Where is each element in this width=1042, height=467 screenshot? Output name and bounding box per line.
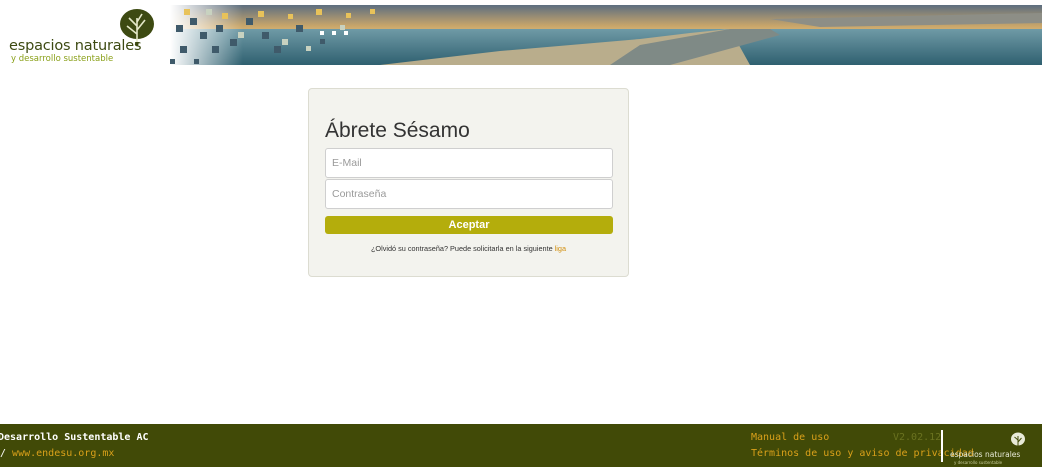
footer-divider: [941, 430, 943, 462]
footer-org-name: Desarrollo Sustentable AC: [0, 432, 149, 443]
email-field[interactable]: [325, 148, 613, 178]
logo-name: espacios naturales: [9, 38, 142, 54]
footer: Desarrollo Sustentable AC / www.endesu.o…: [0, 424, 1042, 467]
forgot-password-link[interactable]: liga: [555, 244, 566, 253]
accept-button[interactable]: Aceptar: [325, 216, 613, 234]
footer-leaf-icon: [1011, 432, 1025, 447]
header: espacios naturales y desarrollo sustenta…: [0, 0, 1042, 68]
footer-site-separator: /: [0, 448, 13, 459]
logo-tagline: y desarrollo sustentable: [11, 54, 114, 64]
footer-logo-name: espacios naturales: [950, 450, 1021, 459]
password-field[interactable]: [325, 179, 613, 209]
login-card: Ábrete Sésamo Aceptar ¿Olvidó su contras…: [308, 88, 629, 277]
header-banner-image: [170, 5, 1042, 65]
login-title: Ábrete Sésamo: [325, 119, 470, 142]
manual-link[interactable]: Manual de uso: [751, 432, 829, 443]
footer-logo-tagline: y desarrollo sustentable: [954, 460, 1003, 465]
forgot-password-text: ¿Olvidó su contraseña? Puede solicitarla…: [309, 244, 628, 253]
footer-site: / www.endesu.org.mx: [0, 448, 114, 459]
version-label: V2.02.12: [893, 432, 942, 443]
forgot-password-message: ¿Olvidó su contraseña? Puede solicitarla…: [370, 244, 555, 253]
footer-site-link[interactable]: www.endesu.org.mx: [12, 448, 114, 459]
logo[interactable]: espacios naturales y desarrollo sustenta…: [9, 8, 154, 64]
